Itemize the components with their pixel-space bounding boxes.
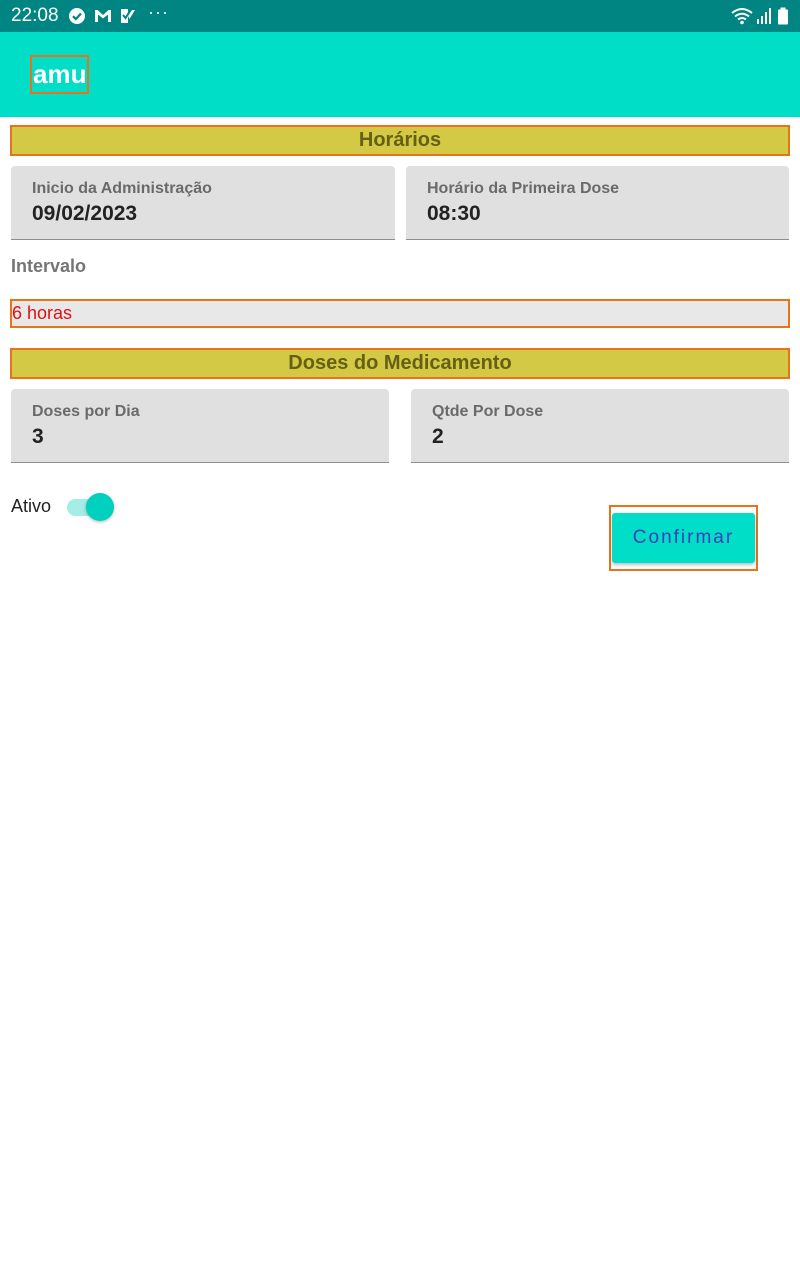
start-date-field[interactable]: Inicio da Administração 09/02/2023 xyxy=(11,166,395,240)
battery-icon xyxy=(777,7,789,25)
first-dose-time-field[interactable]: Horário da Primeira Dose 08:30 xyxy=(406,166,789,240)
section-header-doses: Doses do Medicamento xyxy=(10,348,790,379)
qty-per-dose-field[interactable]: Qtde Por Dose 2 xyxy=(411,389,789,463)
app-bar: amu xyxy=(0,32,800,117)
status-time: 22:08 xyxy=(11,5,59,26)
gmail-icon xyxy=(93,7,113,25)
signal-icon xyxy=(756,7,772,25)
section-header-horarios: Horários xyxy=(10,125,790,156)
confirm-button[interactable]: Confirmar xyxy=(612,513,755,563)
qty-per-dose-value[interactable]: 2 xyxy=(432,425,444,449)
first-dose-time-label: Horário da Primeira Dose xyxy=(427,180,620,197)
interval-select[interactable]: 6 horas xyxy=(10,299,790,328)
more-dots-icon: ··· xyxy=(148,2,169,22)
switch-thumb[interactable] xyxy=(86,493,114,521)
doses-per-day-value[interactable]: 3 xyxy=(32,425,44,449)
start-date-label: Inicio da Administração xyxy=(32,180,212,197)
wifi-icon xyxy=(731,7,753,25)
interval-label: Intervalo xyxy=(11,256,87,276)
status-bar: 22:08 ··· xyxy=(0,0,800,32)
active-label: Ativo xyxy=(11,496,52,516)
app-notification-icon xyxy=(119,7,137,25)
start-date-value[interactable]: 09/02/2023 xyxy=(32,202,137,226)
check-circle-icon xyxy=(68,7,86,25)
qty-per-dose-label: Qtde Por Dose xyxy=(432,403,544,420)
active-switch[interactable] xyxy=(67,493,115,521)
confirm-button-outline: Confirmar xyxy=(609,505,758,571)
doses-per-day-field[interactable]: Doses por Dia 3 xyxy=(11,389,389,463)
doses-per-day-label: Doses por Dia xyxy=(32,403,140,420)
first-dose-time-value[interactable]: 08:30 xyxy=(427,202,481,226)
app-title: amu xyxy=(30,55,90,94)
